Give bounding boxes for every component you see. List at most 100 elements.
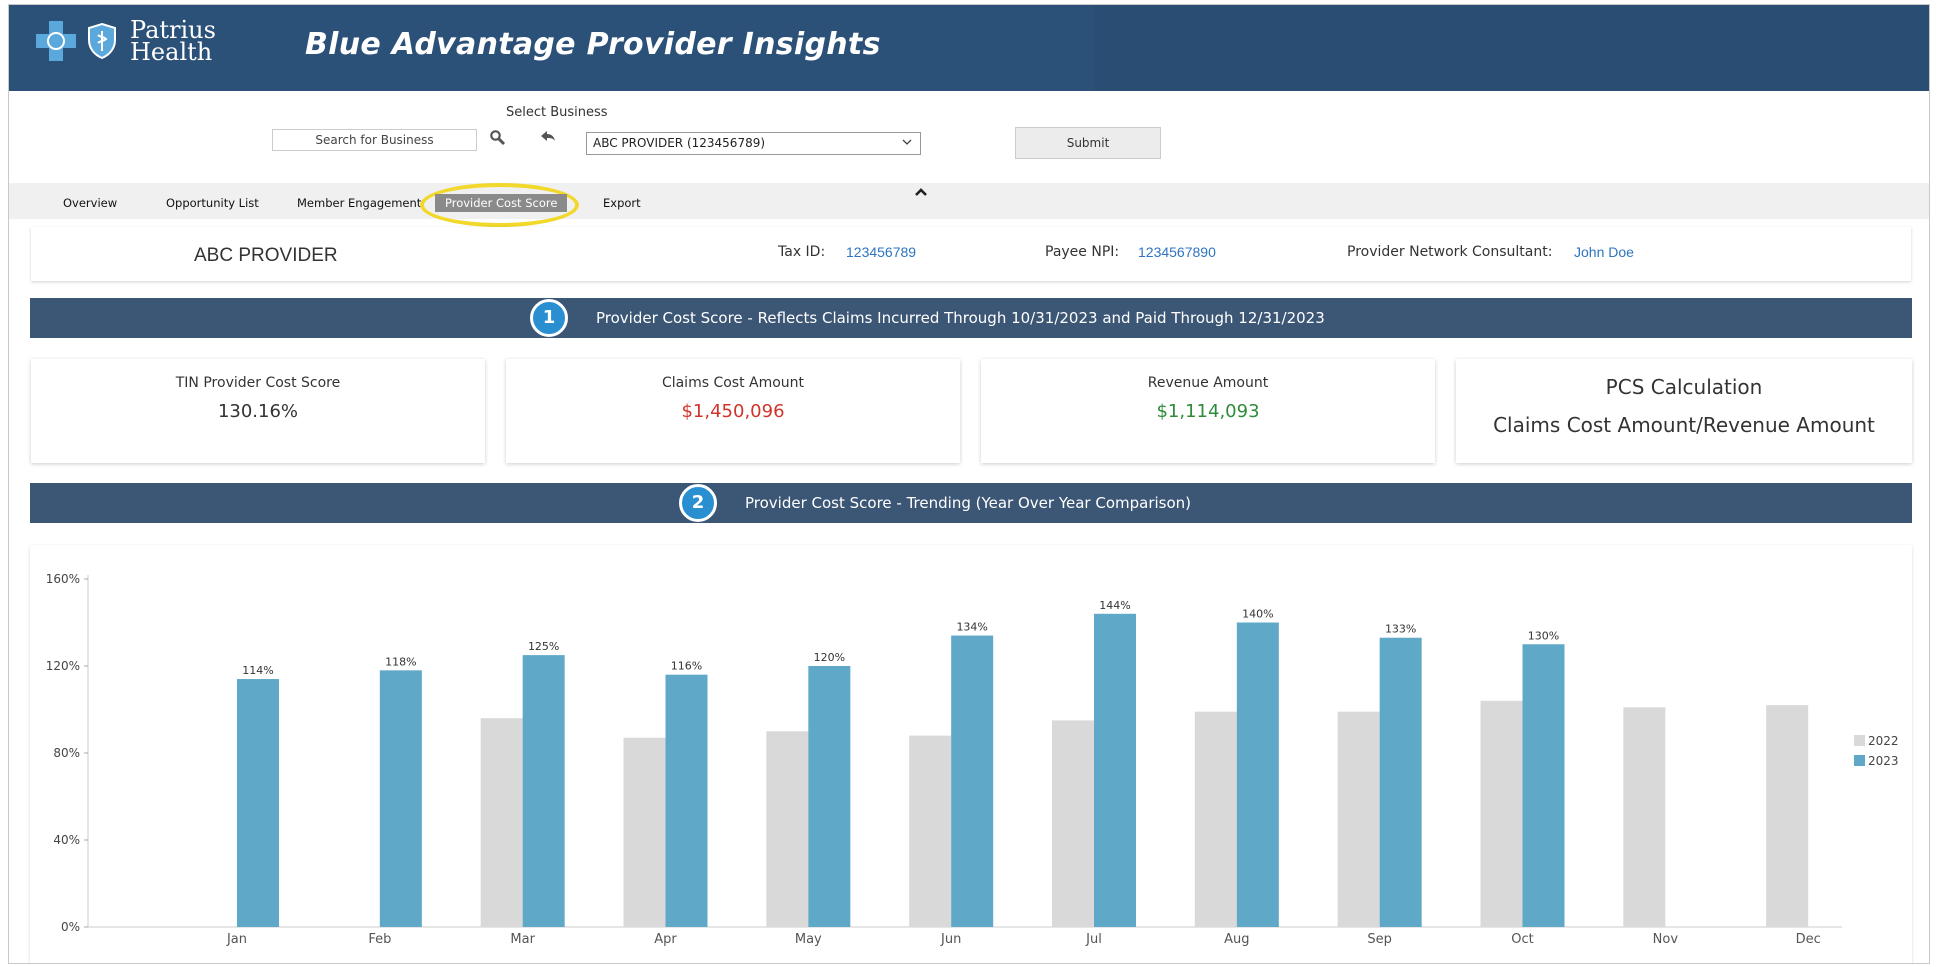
tab-opportunity-list[interactable]: Opportunity List: [166, 196, 259, 210]
payee-npi-label: Payee NPI:: [1045, 244, 1120, 260]
select-business-label: Select Business: [506, 105, 608, 120]
search-icon[interactable]: [489, 129, 507, 147]
data-label-2023: 130%: [1528, 629, 1559, 642]
tab-member-engagement[interactable]: Member Engagement: [297, 196, 421, 210]
tin-cost-score-card: TIN Provider Cost Score 130.16%: [31, 359, 485, 463]
x-tick-label: Feb: [368, 932, 391, 947]
claims-cost-card: Claims Cost Amount $1,450,096: [506, 359, 960, 463]
y-tick-label: 120%: [46, 659, 80, 673]
x-tick-label: Jun: [940, 932, 961, 947]
pcs-calculation-card: PCS Calculation Claims Cost Amount/Reven…: [1456, 359, 1912, 463]
bar-2023: [237, 679, 279, 927]
section-title: Provider Cost Score - Reflects Claims In…: [596, 309, 1325, 327]
trend-chart: 0% 40% 80% 120% 160% 114% Jan 118% Feb 125% Mar 116…: [30, 545, 1912, 963]
submit-button[interactable]: Submit: [1015, 127, 1161, 159]
business-dropdown[interactable]: ABC PROVIDER (123456789): [586, 132, 921, 155]
legend-label-2023: 2023: [1868, 754, 1899, 768]
consultant-label: Provider Network Consultant:: [1347, 244, 1553, 260]
pcs-calculation-formula: Claims Cost Amount/Revenue Amount: [1493, 413, 1875, 437]
app-window: Patrius Health Blue Advantage Provider I…: [8, 4, 1930, 964]
bar-2022: [909, 735, 952, 927]
tab-bar: Overview Opportunity List Member Engagem…: [9, 183, 1929, 227]
chevron-up-icon[interactable]: [913, 185, 929, 199]
data-label-2023: 118%: [385, 655, 416, 668]
claims-cost-value: $1,450,096: [681, 401, 785, 422]
y-tick-label: 160%: [46, 572, 80, 586]
revenue-card: Revenue Amount $1,114,093: [981, 359, 1435, 463]
x-tick-label: Jul: [1085, 932, 1102, 947]
y-tick-label: 80%: [53, 746, 80, 760]
logo: Patrius Health: [36, 16, 216, 66]
consultant-name-link[interactable]: John Doe: [1574, 244, 1634, 260]
data-label-2023: 133%: [1385, 623, 1416, 636]
data-label-2023: 120%: [814, 651, 845, 664]
tab-provider-cost-score[interactable]: Provider Cost Score: [435, 194, 568, 212]
bar-2023: [1522, 644, 1565, 927]
x-tick-label: May: [795, 932, 822, 947]
provider-info-bar: ABC PROVIDER Tax ID: 123456789 Payee NPI…: [31, 227, 1911, 281]
legend-label-2022: 2022: [1868, 734, 1899, 748]
bar-2022: [1480, 700, 1523, 927]
shield-logo-icon: [88, 22, 116, 60]
bar-2023: [522, 655, 565, 927]
bar-2022: [766, 731, 809, 927]
x-tick-label: Dec: [1796, 932, 1821, 947]
claims-cost-label: Claims Cost Amount: [661, 375, 805, 391]
section-cost-score-header: 1 Provider Cost Score - Reflects Claims …: [30, 298, 1912, 338]
app-title: Blue Advantage Provider Insights: [305, 27, 881, 62]
legend-swatch-2023: [1854, 755, 1865, 766]
bar-2023: [1236, 622, 1279, 927]
tin-cost-score-label: TIN Provider Cost Score: [175, 375, 341, 391]
provider-name: ABC PROVIDER: [194, 245, 338, 266]
tin-cost-score-value: 130.16%: [217, 401, 299, 422]
payee-npi-value: 1234567890: [1138, 244, 1216, 260]
bar-2023: [1379, 637, 1422, 927]
section-title: Provider Cost Score - Trending (Year Ove…: [745, 494, 1192, 512]
bar-2022: [1337, 711, 1380, 927]
tax-id-label: Tax ID:: [778, 244, 826, 260]
data-label-2023: 116%: [671, 660, 702, 673]
cross-logo-icon: [36, 21, 76, 61]
section-number-badge: 1: [530, 299, 568, 337]
x-tick-label: Apr: [654, 932, 677, 947]
revenue-value: $1,114,093: [1156, 401, 1260, 422]
pcs-calculation-title: PCS Calculation: [1605, 375, 1763, 399]
bar-2022: [623, 737, 666, 927]
trend-chart-svg: 0% 40% 80% 120% 160% 114% Jan 118% Feb 125% Mar 116…: [46, 572, 1899, 947]
bar-2022: [1623, 707, 1666, 927]
bar-2023: [951, 635, 994, 927]
bar-2022: [480, 718, 523, 927]
revenue-label: Revenue Amount: [1147, 375, 1269, 391]
bar-2023: [808, 666, 851, 927]
tab-overview[interactable]: Overview: [63, 196, 117, 210]
legend-swatch-2022: [1854, 735, 1865, 746]
data-label-2023: 140%: [1242, 608, 1273, 621]
y-tick-label: 0%: [61, 920, 80, 934]
bar-2023: [665, 674, 708, 927]
tax-id-value: 123456789: [846, 244, 917, 260]
data-label-2023: 114%: [242, 664, 273, 677]
data-label-2023: 125%: [528, 640, 559, 653]
business-search-input[interactable]: Search for Business: [272, 129, 477, 151]
x-tick-label: Oct: [1511, 932, 1533, 947]
business-dropdown-value: ABC PROVIDER (123456789): [593, 136, 766, 150]
tab-export[interactable]: Export: [603, 196, 641, 210]
section-number-badge: 2: [679, 484, 717, 522]
bar-2023: [1094, 613, 1136, 927]
x-tick-label: Nov: [1653, 932, 1679, 947]
data-label-2023: 144%: [1099, 599, 1130, 612]
section-trending-header: 2 Provider Cost Score - Trending (Year O…: [30, 483, 1912, 523]
bar-2023: [379, 670, 422, 927]
x-tick-label: Jan: [226, 932, 247, 947]
chevron-down-icon: [902, 139, 912, 145]
logo-text: Patrius Health: [130, 16, 216, 66]
bar-2022: [1194, 711, 1237, 927]
bar-2022: [1766, 705, 1809, 927]
x-tick-label: Mar: [510, 932, 535, 947]
x-tick-label: Aug: [1224, 932, 1249, 947]
x-tick-label: Sep: [1367, 932, 1392, 947]
bar-2022: [1052, 720, 1094, 927]
header-bar: Patrius Health Blue Advantage Provider I…: [9, 5, 1929, 91]
business-select-row: Select Business Search for Business ABC …: [9, 91, 1929, 183]
reply-arrow-icon[interactable]: [539, 128, 557, 146]
